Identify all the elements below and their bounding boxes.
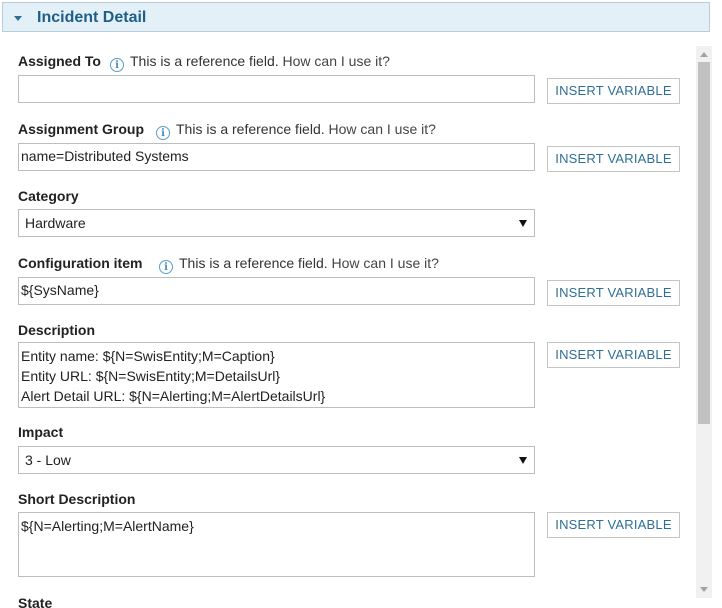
configuration-item-input[interactable]: ${SysName}	[18, 277, 535, 305]
panel-title: Incident Detail	[37, 9, 147, 26]
collapse-caret-icon[interactable]	[14, 16, 22, 21]
insert-variable-button-assigned-to[interactable]: INSERT VARIABLE	[547, 78, 680, 104]
assignment-group-label: Assignment Group	[18, 121, 145, 137]
scroll-down-arrow-icon[interactable]	[700, 587, 708, 592]
description-textarea[interactable]: Entity name: ${N=SwisEntity;M=Caption} E…	[18, 342, 535, 408]
info-icon: i	[156, 126, 170, 140]
insert-variable-button-short-description[interactable]: INSERT VARIABLE	[547, 512, 680, 538]
hint-text: This is a reference field.	[179, 255, 328, 271]
insert-variable-button-configuration-item[interactable]: INSERT VARIABLE	[547, 280, 680, 306]
hint-text: This is a reference field.	[176, 121, 325, 137]
short-description-label: Short Description	[18, 491, 136, 507]
impact-select[interactable]: 3 - Low	[18, 446, 535, 474]
insert-variable-button-description[interactable]: INSERT VARIABLE	[547, 342, 680, 368]
description-line: Entity URL: ${N=SwisEntity;M=DetailsUrl}	[21, 368, 281, 384]
assignment-group-hint: i This is a reference field. How can I us…	[156, 121, 436, 140]
form-content: Assigned To i This is a reference field. …	[0, 33, 696, 608]
description-line: Alert Detail URL: ${N=Alerting;M=AlertDe…	[21, 388, 326, 404]
assigned-to-label: Assigned To	[18, 53, 101, 69]
incident-detail-header[interactable]: Incident Detail	[2, 2, 710, 32]
scrollbar-thumb[interactable]	[698, 62, 710, 424]
impact-label: Impact	[18, 424, 64, 440]
configuration-item-label: Configuration item	[18, 255, 143, 271]
state-label: State	[18, 595, 53, 608]
how-to-use-link[interactable]: How can I use it?	[329, 121, 436, 137]
dropdown-arrow-icon	[519, 457, 527, 464]
scroll-up-arrow-icon[interactable]	[700, 52, 708, 57]
assignment-group-input[interactable]: name=Distributed Systems	[18, 143, 535, 171]
impact-selected-value: 3 - Low	[25, 452, 71, 468]
short-description-value: ${N=Alerting;M=AlertName}	[21, 518, 194, 534]
how-to-use-link[interactable]: How can I use it?	[283, 53, 390, 69]
description-line: Entity name: ${N=SwisEntity;M=Caption}	[21, 348, 275, 364]
category-select[interactable]: Hardware	[18, 209, 535, 237]
assigned-to-input[interactable]	[18, 75, 535, 103]
category-label: Category	[18, 188, 79, 204]
configuration-item-hint: i This is a reference field. How can I us…	[159, 255, 439, 274]
description-label: Description	[18, 322, 96, 338]
info-icon: i	[110, 58, 124, 72]
assigned-to-hint: i This is a reference field. How can I us…	[110, 53, 390, 72]
vertical-scrollbar[interactable]	[696, 46, 712, 598]
short-description-textarea[interactable]: ${N=Alerting;M=AlertName}	[18, 512, 535, 577]
dropdown-arrow-icon	[519, 220, 527, 227]
info-icon: i	[159, 260, 173, 274]
insert-variable-button-assignment-group[interactable]: INSERT VARIABLE	[547, 146, 680, 172]
category-selected-value: Hardware	[25, 215, 86, 231]
hint-text: This is a reference field.	[130, 53, 279, 69]
how-to-use-link[interactable]: How can I use it?	[332, 255, 439, 271]
